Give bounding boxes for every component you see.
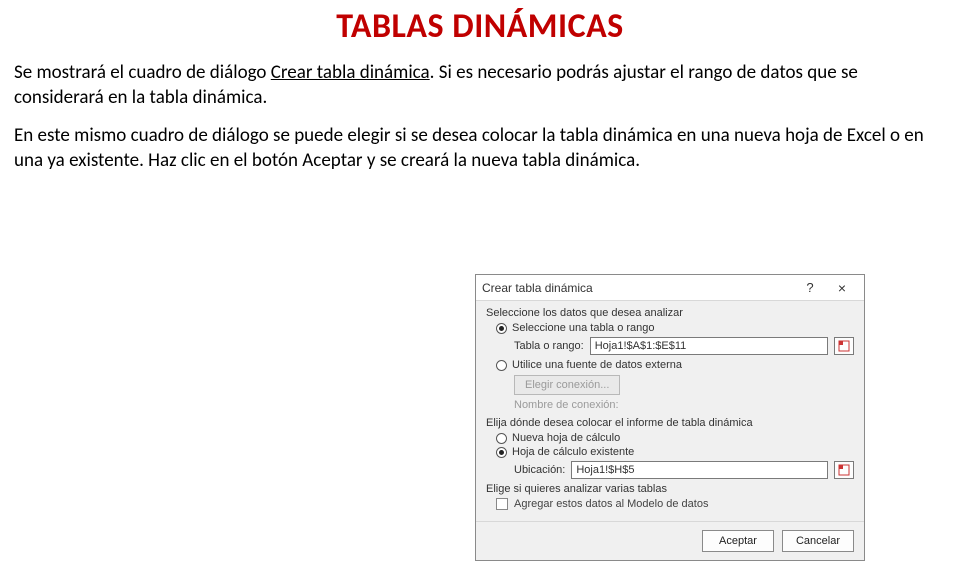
option-select-range-label: Seleccione una tabla o rango xyxy=(512,322,655,334)
location-input[interactable]: Hoja1!$H$5 xyxy=(571,461,828,479)
radio-icon xyxy=(496,433,507,444)
help-button[interactable]: ? xyxy=(794,280,826,295)
ok-button[interactable]: Aceptar xyxy=(702,530,774,552)
option-external-source[interactable]: Utilice una fuente de datos externa xyxy=(496,359,854,371)
p1-pre: Se mostrará el cuadro de diálogo xyxy=(14,61,271,84)
cancel-button[interactable]: Cancelar xyxy=(782,530,854,552)
dialog-button-bar: Aceptar Cancelar xyxy=(476,521,864,560)
close-button[interactable]: × xyxy=(826,280,858,296)
connection-name-label: Nombre de conexión: xyxy=(514,399,854,411)
range-picker-icon xyxy=(838,464,850,476)
choose-connection-button: Elegir conexión... xyxy=(514,375,620,395)
range-field-row: Tabla o rango: Hoja1!$A$1:$E$11 xyxy=(514,337,854,355)
section-placement: Elija dónde desea colocar el informe de … xyxy=(486,417,854,429)
option-select-range[interactable]: Seleccione una tabla o rango xyxy=(496,322,854,334)
dialog-titlebar: Crear tabla dinámica ? × xyxy=(476,275,864,301)
range-picker-button[interactable] xyxy=(834,337,854,355)
intro-paragraph-2: En este mismo cuadro de diálogo se puede… xyxy=(14,124,944,173)
p1-underline: Crear tabla dinámica xyxy=(271,61,430,84)
option-existing-sheet[interactable]: Hoja de cálculo existente xyxy=(496,446,854,458)
location-picker-button[interactable] xyxy=(834,461,854,479)
dialog-title: Crear tabla dinámica xyxy=(482,281,794,295)
location-field-row: Ubicación: Hoja1!$H$5 xyxy=(514,461,854,479)
create-pivot-dialog: Crear tabla dinámica ? × Seleccione los … xyxy=(475,274,865,561)
radio-icon xyxy=(496,323,507,334)
range-label: Tabla o rango: xyxy=(514,340,584,352)
range-picker-icon xyxy=(838,340,850,352)
dialog-body: Seleccione los datos que desea analizar … xyxy=(476,301,864,521)
checkbox-icon xyxy=(496,498,508,510)
add-to-model-row[interactable]: Agregar estos datos al Modelo de datos xyxy=(496,498,854,510)
section-multiple-tables: Elige si quieres analizar varias tablas xyxy=(486,483,854,495)
range-input[interactable]: Hoja1!$A$1:$E$11 xyxy=(590,337,828,355)
option-existing-sheet-label: Hoja de cálculo existente xyxy=(512,446,634,458)
page-title: TABLAS DINÁMICAS xyxy=(0,6,960,47)
option-external-source-label: Utilice una fuente de datos externa xyxy=(512,359,682,371)
radio-icon xyxy=(496,447,507,458)
radio-icon xyxy=(496,360,507,371)
option-new-sheet-label: Nueva hoja de cálculo xyxy=(512,432,620,444)
location-label: Ubicación: xyxy=(514,464,565,476)
option-new-sheet[interactable]: Nueva hoja de cálculo xyxy=(496,432,854,444)
intro-paragraph-1: Se mostrará el cuadro de diálogo Crear t… xyxy=(14,61,944,110)
section-select-data: Seleccione los datos que desea analizar xyxy=(486,307,854,319)
add-to-model-label: Agregar estos datos al Modelo de datos xyxy=(514,498,708,510)
